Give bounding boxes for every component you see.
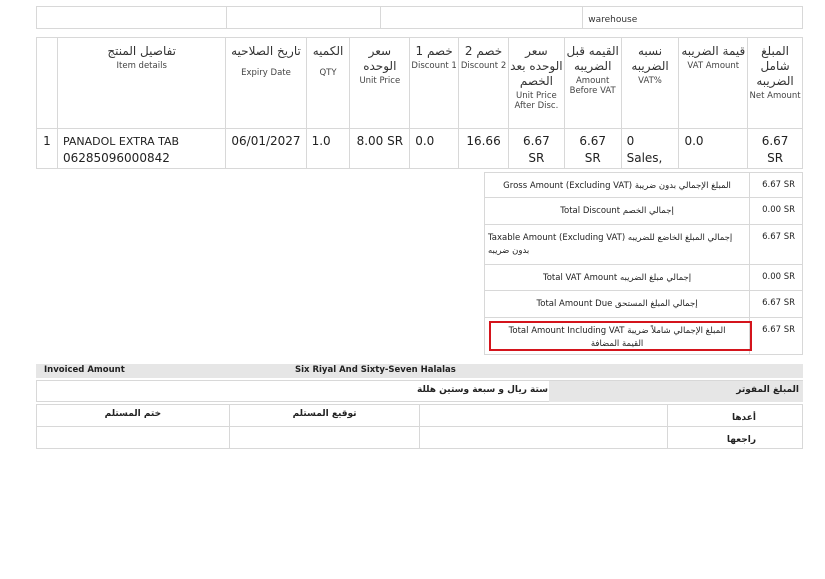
invoiced-amount-words: Six Riyal And Sixty-Seven Halalas [295, 365, 456, 375]
signature-row: راجعها [36, 426, 803, 449]
receiver-stamp-label: ختم المستلم [36, 404, 230, 427]
total-discount-value: 0.00 SR [749, 197, 803, 225]
header-discount2: خصم 2 Discount 2 [458, 37, 509, 129]
invoiced-amount-arabic-cell: المبلغ المفوتر [549, 381, 803, 402]
signature-table: ختم المستلم توقيع المستلم أعدها راجعها [36, 404, 803, 449]
items-table: تفاصيل المنتج Item details تاريخ الصلاحي… [36, 37, 803, 169]
item-vat-percent: 0 Sales, [620, 128, 680, 169]
totals-row: Gross Amount (Excluding VAT) المبلغ الإج… [483, 172, 803, 198]
warehouse-strip: warehouse [36, 6, 803, 29]
header-qty: الكميه QTY [305, 37, 351, 129]
amount-words-row: ستة ريال و سبعة وستين هللة المبلغ المفوت… [36, 380, 803, 402]
item-net-amount: 6.67 SR [747, 128, 803, 169]
signature-cell [419, 426, 669, 449]
receiver-signature-label: توقيع المستلم [228, 404, 421, 427]
invoiced-amount-bar: Invoiced Amount Six Riyal And Sixty-Seve… [36, 364, 803, 378]
header-price-after-disc: سعر الوحده بعد الخصم Unit Price After Di… [508, 37, 565, 129]
header-expiry-date: تاريخ الصلاحيه Expiry Date [225, 37, 307, 129]
taxable-amount-value: 6.67 SR [749, 224, 803, 265]
strip-cell [36, 6, 227, 29]
total-due-label: Total Amount Due إجمالي المبلغ المستحق [483, 290, 751, 318]
item-name: PANADOL EXTRA TAB [62, 135, 180, 148]
header-index [36, 37, 58, 129]
item-unit-price: 8.00 SR [349, 128, 411, 169]
signature-cell [228, 426, 421, 449]
total-vat-label: Total VAT Amount إجمالي مبلغ الضريبه [483, 264, 751, 291]
item-discount2: 16.66 [458, 128, 509, 169]
taxable-amount-label: Taxable Amount (Excluding VAT) إجمالي ال… [483, 224, 751, 265]
item-qty: 1.0 [305, 128, 351, 169]
amount-words-arabic: ستة ريال و سبعة وستين هللة [417, 385, 548, 395]
invoiced-amount-arabic-label: المبلغ المفوتر [736, 385, 799, 395]
item-vat-amount: 0.0 [678, 128, 749, 169]
warehouse-label: warehouse [582, 6, 803, 29]
item-details: PANADOL EXTRA TAB 06285096000842 [56, 128, 227, 169]
item-barcode: 06285096000842 [62, 151, 170, 165]
items-header-row: تفاصيل المنتج Item details تاريخ الصلاحي… [36, 37, 803, 129]
header-net-amount: المبلغ شامل الضريبه Net Amount [747, 37, 803, 129]
header-vat-amount: قيمة الضريبه VAT Amount [678, 37, 749, 129]
gross-amount-label: Gross Amount (Excluding VAT) المبلغ الإج… [483, 172, 751, 198]
gross-amount-value: 6.67 SR [749, 172, 803, 198]
item-price-after-disc: 6.67 SR [508, 128, 565, 169]
signature-cell [419, 404, 669, 427]
header-item-details: تفاصيل المنتج Item details [56, 37, 227, 129]
item-discount1: 0.0 [409, 128, 460, 169]
invoiced-amount-label: Invoiced Amount [44, 365, 125, 375]
header-amount-before-vat: القيمه قبل الضريبه Amount Before VAT [563, 37, 622, 129]
totals-row: Taxable Amount (Excluding VAT) إجمالي ال… [483, 224, 803, 265]
prepared-by-label: أعدها [667, 404, 803, 427]
header-unit-price: سعر الوحده Unit Price [349, 37, 411, 129]
header-discount1: خصم 1 Discount 1 [409, 37, 460, 129]
item-index: 1 [36, 128, 58, 169]
totals-row: Total VAT Amount إجمالي مبلغ الضريبه 0.0… [483, 264, 803, 291]
total-vat-value: 0.00 SR [749, 264, 803, 291]
table-row: 1 PANADOL EXTRA TAB 06285096000842 06/01… [36, 128, 803, 169]
item-expiry: 06/01/2027 [225, 128, 307, 169]
strip-cell [379, 6, 584, 29]
signature-row: ختم المستلم توقيع المستلم أعدها [36, 404, 803, 427]
total-discount-label: Total Discount إجمالي الخصم [483, 197, 751, 225]
totals-row: Total Amount Due إجمالي المبلغ المستحق 6… [483, 290, 803, 318]
signature-cell [36, 426, 230, 449]
strip-cell [225, 6, 381, 29]
total-due-value: 6.67 SR [749, 290, 803, 318]
highlight-box [489, 321, 752, 351]
reviewed-by-label: راجعها [667, 426, 803, 449]
total-including-vat-value: 6.67 SR [749, 317, 803, 355]
totals-row: Total Discount إجمالي الخصم 0.00 SR [483, 197, 803, 225]
header-vat-percent: نسبه الضريبه VAT% [620, 37, 680, 129]
item-amount-before-vat: 6.67 SR [563, 128, 622, 169]
